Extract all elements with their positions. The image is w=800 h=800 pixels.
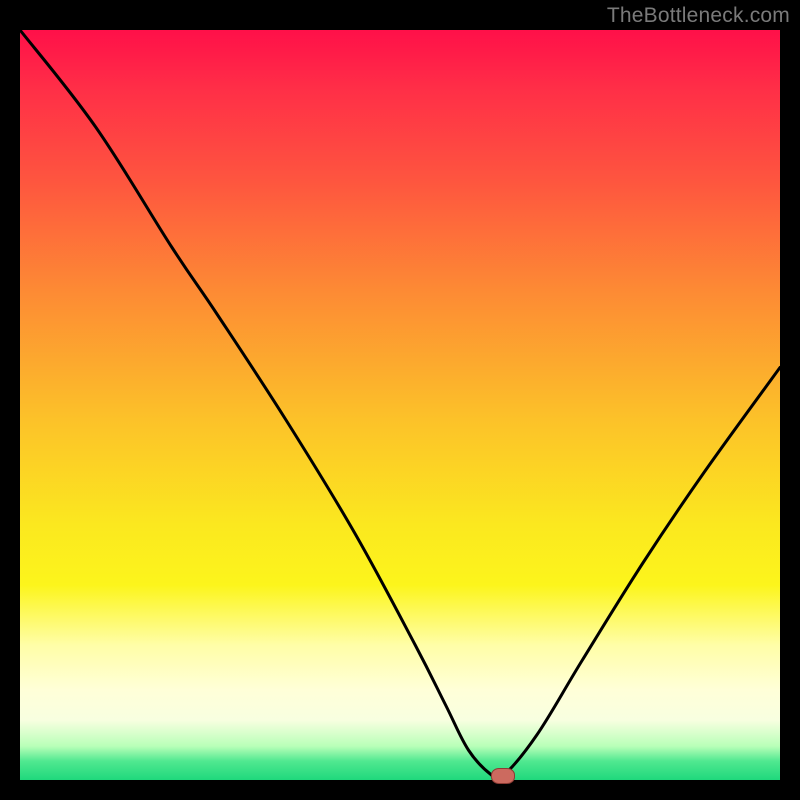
plot-area <box>20 30 780 780</box>
bottleneck-curve <box>20 30 780 780</box>
optimal-point-marker <box>491 768 515 784</box>
bottleneck-chart: TheBottleneck.com <box>0 0 800 800</box>
watermark-text: TheBottleneck.com <box>607 4 790 28</box>
